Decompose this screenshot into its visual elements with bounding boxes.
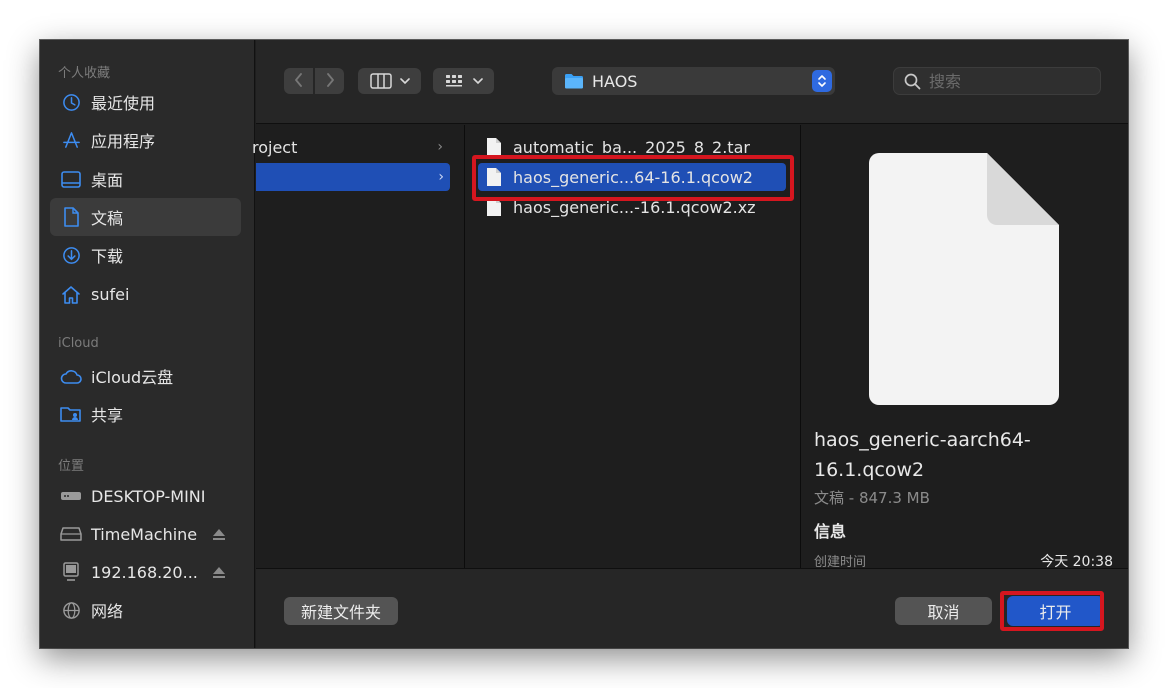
new-folder-button[interactable]: 新建文件夹: [284, 597, 398, 625]
list-item-label: roject: [252, 137, 298, 157]
sidebar-item-recents[interactable]: 最近使用: [50, 83, 241, 121]
eject-icon[interactable]: [211, 564, 227, 580]
sidebar-item-label: 共享: [91, 406, 124, 425]
bottom-bar: 新建文件夹 取消 打开: [256, 568, 1128, 648]
sidebar-item-label: sufei: [91, 284, 130, 304]
folder-icon: [564, 73, 584, 89]
eject-icon[interactable]: [211, 526, 227, 542]
forward-button[interactable]: [315, 68, 344, 94]
list-item[interactable]: roject ›: [252, 133, 449, 161]
download-icon: [60, 244, 82, 266]
highlight-box: [472, 155, 794, 201]
sidebar-item-label: 下载: [91, 247, 124, 266]
drive-icon: [60, 523, 82, 545]
sidebar-item-shared[interactable]: 共享: [50, 395, 241, 433]
document-preview-icon: [869, 153, 1059, 409]
apps-icon: [60, 129, 82, 151]
sidebar-item-network-share[interactable]: 192.168.20...: [50, 553, 241, 591]
globe-icon: [60, 599, 82, 621]
list-item-selected[interactable]: ›: [256, 163, 450, 191]
preview-kind-size: 文稿 - 847.3 MB: [814, 489, 930, 507]
clock-icon: [60, 91, 82, 113]
sidebar-item-desktop[interactable]: 桌面: [50, 160, 241, 198]
browser-column-1: roject › ›: [252, 125, 465, 568]
sidebar-item-applications[interactable]: 应用程序: [50, 121, 241, 159]
chevron-left-icon: [294, 72, 304, 91]
sidebar-item-desktop-mini[interactable]: DESKTOP-MINI: [50, 477, 241, 515]
path-popup[interactable]: HAOS: [552, 67, 835, 95]
sidebar-item-label: 应用程序: [91, 132, 156, 151]
sidebar-section-locations: 位置: [58, 459, 85, 474]
search-icon: [904, 73, 921, 90]
group-button[interactable]: [433, 68, 494, 94]
chevron-down-icon: [399, 77, 410, 85]
monitor-icon: [60, 561, 82, 583]
chevron-right-icon: [325, 72, 335, 91]
document-icon: [60, 206, 82, 228]
browser-column-2: automatic_ba..._2025_8_2.tar haos_generi…: [466, 125, 801, 568]
chevron-right-icon: ›: [438, 169, 444, 185]
sidebar-item-network[interactable]: 网络: [50, 591, 241, 629]
desktop-icon: [60, 168, 82, 190]
search-input[interactable]: [929, 71, 1089, 91]
cancel-button[interactable]: 取消: [895, 597, 992, 625]
cloud-icon: [60, 365, 82, 387]
file-icon: [486, 137, 502, 157]
highlight-box: [1000, 591, 1104, 631]
sidebar-item-downloads[interactable]: 下载: [50, 236, 241, 274]
grid-icon: [444, 73, 464, 89]
preview-pane: haos_generic-aarch64-16.1.qcow2 文稿 - 847…: [802, 125, 1128, 570]
updown-chevron-icon: [812, 70, 832, 92]
back-button[interactable]: [284, 68, 313, 94]
sidebar-section-favorites: 个人收藏: [58, 66, 111, 81]
preview-file-name: haos_generic-aarch64-16.1.qcow2: [814, 429, 1031, 481]
sidebar-item-home[interactable]: sufei: [50, 275, 241, 313]
sidebar-item-label: iCloud云盘: [91, 368, 174, 387]
sidebar-item-label: 文稿: [91, 209, 124, 228]
view-mode-button[interactable]: [358, 68, 421, 94]
search-box[interactable]: [893, 67, 1101, 95]
toolbar: HAOS: [256, 40, 1128, 124]
sidebar-item-timemachine[interactable]: TimeMachine: [50, 515, 241, 553]
sidebar-item-label: 桌面: [91, 171, 124, 190]
shared-folder-icon: [60, 403, 82, 425]
sidebar-item-documents[interactable]: 文稿: [50, 198, 241, 236]
open-file-dialog: 个人收藏 最近使用 应用程序 桌面 文稿 下载 sufei iCloud iCl…: [40, 40, 1128, 648]
home-icon: [60, 283, 82, 305]
sidebar-item-label: TimeMachine: [91, 524, 198, 544]
preview-info-title: 信息: [814, 522, 847, 541]
path-label: HAOS: [592, 71, 638, 91]
sidebar-item-label: DESKTOP-MINI: [91, 486, 206, 506]
chevron-right-icon: ›: [437, 139, 443, 155]
server-icon: [60, 485, 82, 507]
sidebar-item-label: 网络: [91, 602, 124, 621]
columns-view-icon: [369, 73, 392, 89]
sidebar: 个人收藏 最近使用 应用程序 桌面 文稿 下载 sufei iCloud iCl…: [40, 40, 255, 648]
file-name: automatic_ba..._2025_8_2.tar: [513, 137, 750, 157]
sidebar-item-label: 192.168.20...: [91, 562, 198, 582]
chevron-down-icon: [473, 77, 483, 85]
sidebar-section-icloud: iCloud: [58, 336, 99, 351]
sidebar-item-icloud-drive[interactable]: iCloud云盘: [50, 357, 241, 395]
sidebar-item-label: 最近使用: [91, 94, 156, 113]
